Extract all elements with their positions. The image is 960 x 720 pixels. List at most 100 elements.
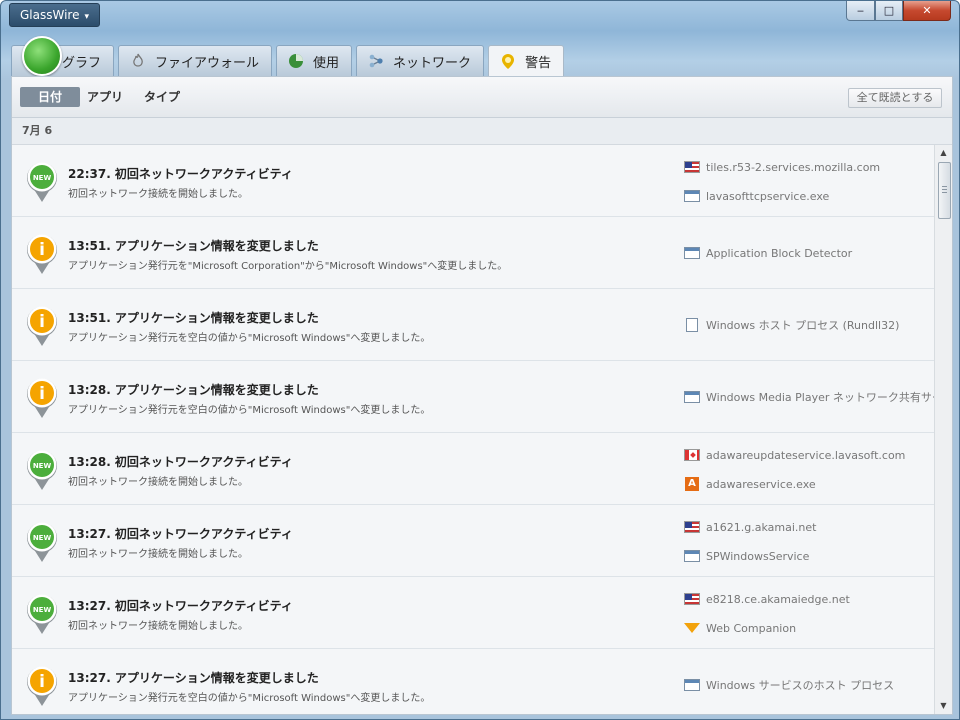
alert-subtitle: アプリケーション発行元を空白の値から"Microsoft Windows"へ変更… — [68, 405, 431, 416]
alert-row[interactable]: NEW 13:27. 初回ネットワークアクティビティ 初回ネットワーク接続を開始しま… — [12, 505, 934, 577]
canada-flag-icon — [684, 449, 700, 461]
tab-firewall[interactable]: ファイアウォール — [118, 45, 273, 76]
alert-subtitle: アプリケーション発行元を"Microsoft Corporation"から"Mi… — [68, 261, 508, 272]
new-badge-icon: NEW — [25, 161, 59, 203]
close-button[interactable]: ✕ — [903, 1, 951, 21]
alert-row[interactable]: i 13:51. アプリケーション情報を変更しましたアプリケーション発行元を"Mi… — [12, 217, 934, 289]
grip-line — [942, 192, 947, 193]
tab-alerts[interactable]: 警告 — [488, 45, 565, 77]
alert-subtitle: アプリケーション発行元を空白の値から"Microsoft Windows"へ変更… — [68, 693, 431, 704]
tab-label: 警告 — [525, 56, 552, 71]
alert-entity[interactable]: Windows Media Player ネットワーク共有サー… — [684, 389, 934, 405]
svg-text:i: i — [39, 384, 45, 404]
alert-title: 13:28. アプリケーション情報を変更しました — [68, 383, 319, 397]
new-badge-icon: NEW — [25, 593, 59, 635]
alert-title: 13:27. アプリケーション情報を変更しました — [68, 671, 319, 685]
entity-label: Windows サービスのホスト プロセス — [706, 679, 895, 692]
svg-text:NEW: NEW — [33, 534, 52, 542]
alert-subtitle: 初回ネットワーク接続を開始しました。 — [68, 477, 248, 488]
network-icon — [367, 52, 385, 70]
mark-all-read-button[interactable]: 全て既読とする — [848, 88, 942, 108]
entity-label: Application Block Detector — [706, 246, 853, 260]
scroll-down-arrow-icon[interactable]: ▼ — [935, 698, 952, 714]
alert-row[interactable]: NEW 13:28. 初回ネットワークアクティビティ 初回ネットワーク接続を開始しま… — [12, 433, 934, 505]
alert-title: 13:27. 初回ネットワークアクティビティ — [68, 599, 293, 613]
alert-row[interactable]: NEW 22:37. 初回ネットワークアクティビティ 初回ネットワーク接続を開始しま… — [12, 145, 934, 217]
alert-entity[interactable]: a1621.g.akamai.net — [684, 519, 816, 535]
tab-label: ネットワーク — [393, 55, 472, 71]
alert-row[interactable]: i 13:27. アプリケーション情報を変更しましたアプリケーション発行元を空白の… — [12, 649, 934, 714]
alert-entity[interactable]: Windows サービスのホスト プロセス — [684, 677, 894, 693]
svg-text:i: i — [39, 672, 45, 692]
alert-entity[interactable]: SPWindowsService — [684, 548, 809, 564]
alert-entity[interactable]: Web Companion — [684, 620, 796, 636]
tab-usage[interactable]: 使用 — [276, 45, 353, 76]
alert-entity[interactable]: Windows ホスト プロセス (Rundll32) — [684, 317, 899, 333]
info-badge-icon: i — [25, 377, 59, 419]
alert-entity[interactable]: lavasofttcpservice.exe — [684, 188, 829, 204]
application-window-icon — [684, 391, 700, 403]
alert-subtitle: 初回ネットワーク接続を開始しました。 — [68, 549, 248, 560]
tab-label: ファイアウォール — [155, 55, 260, 71]
alert-subtitle: アプリケーション発行元を空白の値から"Microsoft Windows"へ変更… — [68, 333, 431, 344]
grip-line — [942, 186, 947, 187]
alert-row[interactable]: i 13:28. アプリケーション情報を変更しましたアプリケーション発行元を空白の… — [12, 361, 934, 433]
alert-subtitle: 初回ネットワーク接続を開始しました。 — [68, 621, 248, 632]
filter-date-button[interactable]: 日付 — [20, 87, 80, 107]
alert-list: NEW 22:37. 初回ネットワークアクティビティ 初回ネットワーク接続を開始しま… — [12, 145, 934, 714]
filter-bar: 日付 アプリ タイプ 全て既読とする — [12, 77, 952, 118]
us-flag-icon — [684, 521, 700, 533]
alert-row[interactable]: NEW 13:27. 初回ネットワークアクティビティ 初回ネットワーク接続を開始しま… — [12, 577, 934, 649]
new-badge-icon: NEW — [25, 449, 59, 491]
svg-text:NEW: NEW — [33, 462, 52, 470]
grip-line — [942, 189, 947, 190]
svg-text:NEW: NEW — [33, 174, 52, 182]
svg-text:NEW: NEW — [33, 606, 52, 614]
svg-text:i: i — [39, 240, 45, 260]
entity-label: tiles.r53-2.services.mozilla.com — [706, 160, 881, 174]
us-flag-icon — [684, 161, 700, 173]
alert-row[interactable]: i 13:51. アプリケーション情報を変更しました アプリケーション発行元を空白の… — [12, 289, 934, 361]
entity-label: adawareupdateservice.lavasoft.com — [706, 448, 906, 462]
filter-type-button[interactable]: タイプ — [138, 87, 186, 107]
application-window-icon — [684, 190, 700, 202]
date-group-header: 7月 6 — [12, 118, 952, 145]
entity-label: Web Companion — [706, 621, 797, 635]
app-menu-button[interactable]: GlassWire ▾ — [9, 3, 101, 27]
us-flag-icon — [684, 593, 700, 605]
main-tabs: グラフ ファイアウォール 使用 ネットワーク 警告 — [11, 36, 568, 77]
entity-label: a1621.g.akamai.net — [706, 520, 817, 534]
title-bar: GlassWire ▾ ‒ □ ✕ — [1, 1, 959, 31]
tab-graph[interactable]: グラフ — [11, 36, 115, 76]
application-window-icon — [684, 550, 700, 562]
alert-entity[interactable]: Aadawareservice.exe — [684, 476, 816, 492]
alert-entity[interactable]: tiles.r53-2.services.mozilla.com — [684, 159, 880, 175]
alert-title: 13:51. アプリケーション情報を変更しました — [68, 239, 319, 253]
app-menu-label: GlassWire — [20, 8, 80, 22]
alert-title: 22:37. 初回ネットワークアクティビティ — [68, 167, 293, 181]
tab-network[interactable]: ネットワーク — [356, 45, 485, 76]
scroll-up-arrow-icon[interactable]: ▲ — [935, 145, 952, 161]
info-badge-icon: i — [25, 305, 59, 347]
vertical-scrollbar[interactable]: ▲ ▼ — [934, 145, 952, 714]
scroll-thumb[interactable] — [938, 162, 951, 219]
minimize-button[interactable]: ‒ — [846, 1, 875, 21]
alert-entity[interactable]: adawareupdateservice.lavasoft.com — [684, 447, 905, 463]
alert-entity[interactable]: e8218.ce.akamaiedge.net — [684, 591, 850, 607]
alert-bulb-icon — [499, 53, 517, 71]
info-badge-icon: i — [25, 233, 59, 275]
maximize-button[interactable]: □ — [875, 1, 903, 21]
glasswire-logo-icon — [22, 36, 62, 76]
tab-label: 使用 — [313, 55, 340, 71]
entity-label: e8218.ce.akamaiedge.net — [706, 592, 850, 606]
pie-icon — [287, 52, 305, 70]
chevron-down-icon: ▾ — [84, 12, 90, 22]
entity-label: Windows Media Player ネットワーク共有サー… — [706, 391, 934, 404]
alert-entity[interactable]: Application Block Detector — [684, 245, 852, 261]
document-icon — [686, 318, 698, 332]
filter-app-button[interactable]: アプリ — [84, 87, 126, 107]
window-controls: ‒ □ ✕ — [846, 1, 951, 21]
adaware-app-icon: A — [685, 477, 699, 491]
new-badge-icon: NEW — [25, 521, 59, 563]
info-badge-icon: i — [25, 665, 59, 707]
